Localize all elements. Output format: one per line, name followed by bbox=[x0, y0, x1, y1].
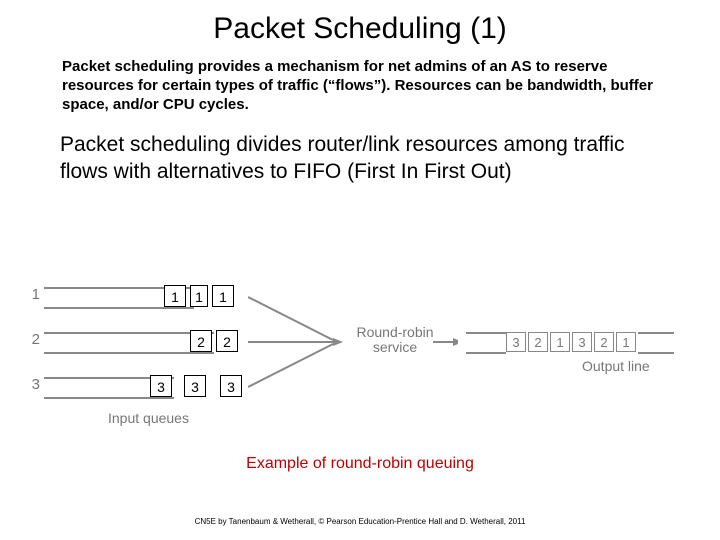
queue-line bbox=[44, 352, 214, 354]
slide: Packet Scheduling (1) Packet scheduling … bbox=[0, 0, 720, 540]
queue-line bbox=[44, 332, 214, 334]
round-robin-diagram: 1 1 1 1 2 2 2 3 3 3 3 Input queues Round… bbox=[0, 280, 720, 450]
output-packet: 1 bbox=[550, 332, 570, 352]
packet-box: 1 bbox=[190, 285, 208, 307]
queue-number-2: 2 bbox=[28, 331, 40, 348]
queue-number-3: 3 bbox=[28, 376, 40, 393]
round-robin-service-label: Round-robin service bbox=[350, 325, 440, 356]
output-packet: 2 bbox=[528, 332, 548, 352]
output-line-label: Output line bbox=[582, 358, 650, 374]
output-line-bot bbox=[466, 352, 506, 354]
packet-box: 1 bbox=[212, 285, 234, 307]
output-packet: 3 bbox=[506, 332, 526, 352]
rr-line1: Round-robin bbox=[356, 324, 433, 340]
queue-line bbox=[44, 397, 174, 399]
packet-box: 3 bbox=[150, 375, 172, 397]
output-line-top bbox=[466, 332, 506, 334]
intro-paragraph: Packet scheduling provides a mechanism f… bbox=[0, 46, 720, 114]
main-paragraph: Packet scheduling divides router/link re… bbox=[0, 114, 720, 185]
packet-box: 2 bbox=[216, 330, 238, 352]
packet-box: 2 bbox=[190, 330, 212, 352]
packet-box: 1 bbox=[164, 285, 186, 307]
output-line-top bbox=[638, 332, 674, 334]
output-packet: 3 bbox=[572, 332, 592, 352]
output-packet: 1 bbox=[616, 332, 636, 352]
packet-box: 3 bbox=[220, 375, 242, 397]
figure-caption: Example of round-robin queuing bbox=[0, 455, 720, 473]
input-queues-label: Input queues bbox=[108, 410, 189, 426]
packet-box: 3 bbox=[184, 375, 206, 397]
output-line-bot bbox=[638, 352, 674, 354]
page-title: Packet Scheduling (1) bbox=[0, 0, 720, 46]
rr-line2: service bbox=[373, 339, 417, 355]
footer-citation: CN5E by Tanenbaum & Wetherall, © Pearson… bbox=[0, 517, 720, 526]
output-packet: 2 bbox=[594, 332, 614, 352]
queue-number-1: 1 bbox=[28, 286, 40, 303]
